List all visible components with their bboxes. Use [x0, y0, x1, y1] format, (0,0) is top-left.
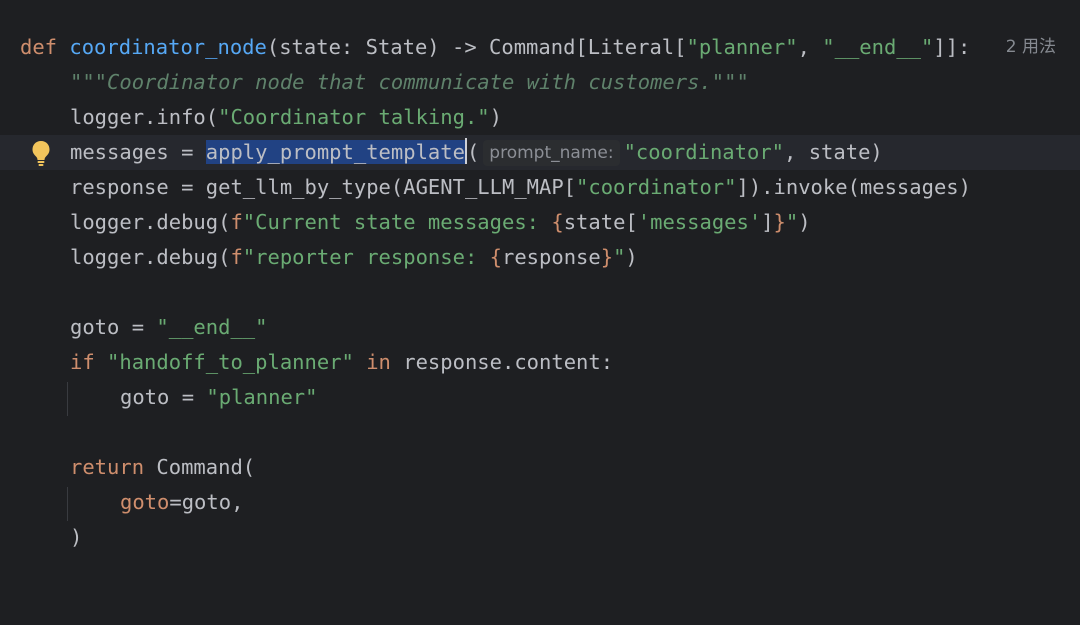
signature-text: ]]:: [933, 35, 971, 59]
selected-function-call[interactable]: apply_prompt_template: [205, 140, 465, 164]
code-line-docstring[interactable]: """Coordinator node that communicate wit…: [0, 65, 1080, 100]
code-text: ]: [761, 210, 774, 234]
code-line-logger-debug-state[interactable]: logger.debug(f"Current state messages: {…: [0, 205, 1080, 240]
code-text: ): [489, 105, 502, 129]
keyword-def: def: [20, 35, 58, 59]
keyword-argument: goto: [120, 490, 170, 514]
code-line-return[interactable]: return Command(: [0, 450, 1080, 485]
code-text: state[: [563, 210, 638, 234]
code-text: goto =: [120, 385, 207, 409]
code-line-messages-current[interactable]: messages = apply_prompt_template(prompt_…: [0, 135, 1080, 170]
code-text: ): [625, 245, 638, 269]
code-text: logger.debug(: [70, 210, 231, 234]
fstring-brace: }: [600, 245, 614, 269]
string-literal: "Current state messages:: [242, 210, 552, 234]
string-literal: "coordinator": [576, 175, 737, 199]
fstring-prefix: f: [230, 210, 243, 234]
code-text: logger.info(: [70, 105, 219, 129]
code-line-goto-end[interactable]: goto = "__end__": [0, 310, 1080, 345]
string-literal: "__end__": [156, 315, 268, 339]
code-text: response = get_llm_by_type(AGENT_LLM_MAP…: [70, 175, 577, 199]
string-literal: "planner": [686, 35, 798, 59]
string-literal: ": [613, 245, 626, 269]
string-literal: "Coordinator talking.": [218, 105, 490, 129]
string-literal: "__end__": [822, 35, 934, 59]
signature-text: ,: [797, 35, 823, 59]
code-text: response: [501, 245, 601, 269]
fstring-brace: {: [489, 245, 502, 269]
code-line-logger-debug-response[interactable]: logger.debug(f"reporter response: {respo…: [0, 240, 1080, 275]
lightbulb-icon[interactable]: [31, 139, 51, 167]
code-text: ): [70, 525, 83, 549]
code-text: ): [798, 210, 811, 234]
fstring-brace: }: [773, 210, 786, 234]
code-text: (: [466, 140, 480, 164]
signature-text: (state: State) -> Command[Literal[: [266, 35, 687, 59]
keyword-return: return: [70, 455, 145, 479]
code-line-goto-kwarg[interactable]: goto=goto,: [0, 485, 1080, 520]
string-literal: "planner": [206, 385, 318, 409]
keyword-in: in: [366, 350, 391, 374]
code-text: =goto,: [169, 490, 244, 514]
parameter-name-hint: prompt_name:: [483, 140, 620, 166]
string-literal: "reporter response:: [242, 245, 490, 269]
string-literal: ": [785, 210, 799, 234]
string-literal: "coordinator": [623, 140, 785, 164]
string-literal: 'messages': [637, 210, 762, 234]
code-text: messages =: [70, 140, 206, 164]
docstring: """Coordinator node that communicate wit…: [70, 70, 749, 94]
code-line-response[interactable]: response = get_llm_by_type(AGENT_LLM_MAP…: [0, 170, 1080, 205]
code-text: , state): [784, 140, 883, 164]
usages-inlay-hint[interactable]: 2 用法: [1006, 30, 1056, 65]
code-text: ]).invoke(messages): [736, 175, 971, 199]
code-text: Command(: [156, 455, 256, 479]
code-line-def[interactable]: def coordinator_node(state: State) -> Co…: [0, 30, 1080, 65]
fstring-brace: {: [551, 210, 564, 234]
code-editor[interactable]: def coordinator_node(state: State) -> Co…: [0, 0, 1080, 567]
code-line-close-paren[interactable]: ): [0, 520, 1080, 555]
function-name[interactable]: coordinator_node: [69, 35, 266, 59]
code-text: goto =: [70, 315, 157, 339]
code-line-goto-planner[interactable]: goto = "planner": [0, 380, 1080, 415]
code-text: response.content:: [403, 350, 614, 374]
keyword-if: if: [70, 350, 95, 374]
code-line-logger-info[interactable]: logger.info("Coordinator talking."): [0, 100, 1080, 135]
fstring-prefix: f: [230, 245, 243, 269]
code-line-if[interactable]: if "handoff_to_planner" in response.cont…: [0, 345, 1080, 380]
string-literal: "handoff_to_planner": [107, 350, 354, 374]
code-text: logger.debug(: [70, 245, 231, 269]
